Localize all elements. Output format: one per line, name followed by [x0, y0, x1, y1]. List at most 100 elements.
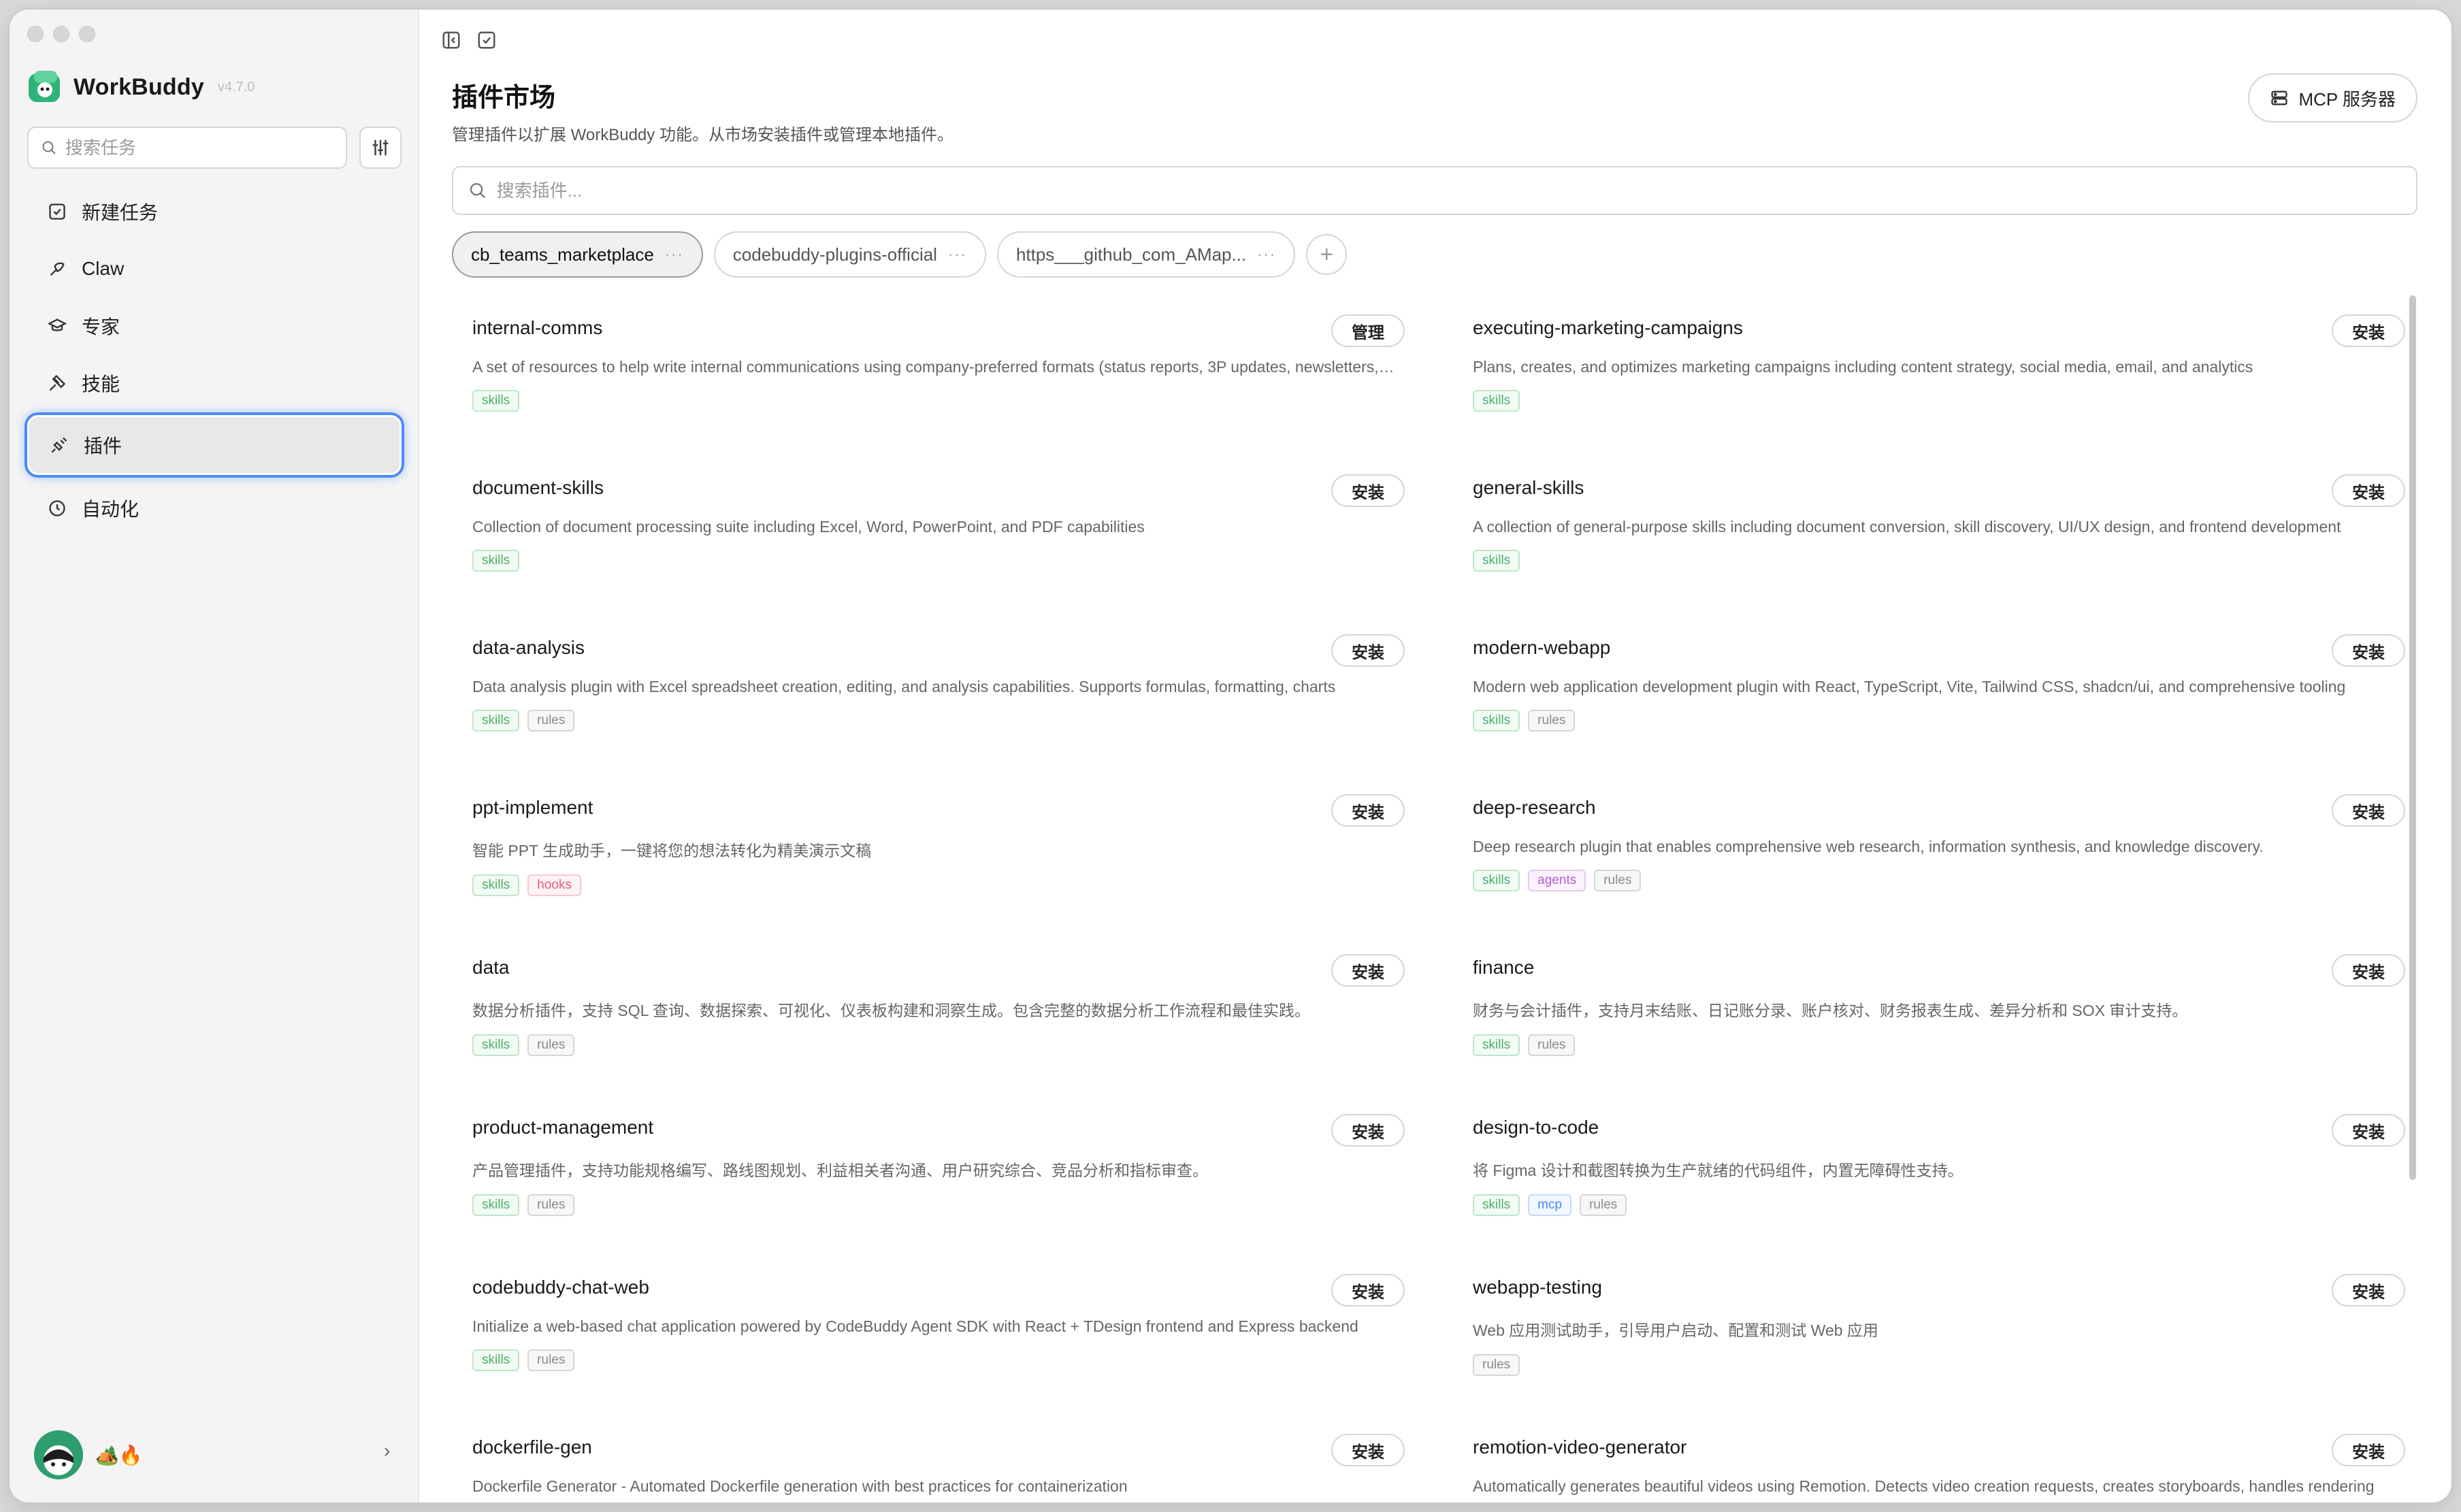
tag-rules: rules: [1473, 1354, 1520, 1376]
install-button[interactable]: 安装: [1331, 634, 1405, 667]
sidebar-item-claw[interactable]: Claw: [27, 244, 402, 294]
plugin-name: codebuddy-chat-web: [472, 1277, 649, 1298]
install-button[interactable]: 安装: [1331, 1114, 1405, 1147]
install-button[interactable]: 安装: [1331, 1434, 1405, 1466]
plugin-description: Web 应用测试助手，引导用户启动、配置和测试 Web 应用: [1473, 1321, 1878, 1339]
sidebar-item-new-task[interactable]: 新建任务: [27, 186, 402, 237]
plugin-card-codebuddy-chat-web[interactable]: codebuddy-chat-web 安装 Initialize a web-bas…: [452, 1255, 1405, 1415]
plugin-card-data[interactable]: data 安装 数据分析插件，支持 SQL 查询、数据探索、可视化、仪表板构建和洞察…: [452, 935, 1405, 1095]
plugin-card-product-management[interactable]: product-management 安装 产品管理插件，支持功能规格编写、路线图规…: [452, 1095, 1405, 1255]
install-button[interactable]: 安装: [1331, 1274, 1405, 1306]
plugin-card-webapp-testing[interactable]: webapp-testing 安装 Web 应用测试助手，引导用户启动、配置和测试 …: [1452, 1255, 2405, 1415]
search-icon: [42, 141, 56, 154]
plugin-card-executing-marketing-campaigns[interactable]: executing-marketing-campaigns 安装 Plans, cr…: [1452, 295, 2405, 455]
plugin-card-design-to-code[interactable]: design-to-code 安装将 Figma 设计和截图转换为生产就绪的代码组…: [1452, 1095, 2405, 1255]
user-profile[interactable]: 🏕️🔥: [34, 1430, 143, 1479]
scrollbar[interactable]: [2409, 295, 2416, 1180]
plugin-name: executing-marketing-campaigns: [1473, 317, 1743, 338]
tag-mcp: mcp: [1528, 1194, 1572, 1216]
plus-icon: +: [1320, 241, 1334, 267]
plugin-search-input[interactable]: [496, 180, 2401, 201]
sliders-icon: [372, 139, 389, 156]
plugin-name: ppt-implement: [472, 797, 593, 818]
plugin-card-finance[interactable]: finance 安装 财务与会计插件，支持月末结账、日记账分录、账户核对、财务报表生…: [1452, 935, 2405, 1095]
install-button[interactable]: 安装: [2332, 954, 2405, 987]
workbuddy-logo-icon: [29, 71, 60, 102]
plugin-name: deep-research: [1473, 797, 1596, 818]
toolbar: [441, 30, 497, 50]
toggle-sidebar-icon[interactable]: [441, 30, 461, 50]
install-button[interactable]: 安装: [2332, 1434, 2405, 1466]
manage-button[interactable]: 管理: [1331, 314, 1405, 347]
install-button[interactable]: 安装: [1331, 794, 1405, 827]
plugin-tags: skills agents rules: [1473, 870, 2405, 891]
sidebar-item-label: 新建任务: [82, 202, 159, 223]
close-window-button[interactable]: [27, 26, 44, 42]
plugin-name: dockerfile-gen: [472, 1436, 592, 1458]
clock-icon: [49, 500, 65, 516]
tag-rules: rules: [1580, 1194, 1627, 1216]
sidebar-item-label: Claw: [82, 258, 125, 279]
sidebar: WorkBuddy v4.7.0 新建任务 Claw: [10, 10, 419, 1502]
plugin-tags: rules: [1473, 1354, 2405, 1376]
task-search-box: [27, 127, 347, 169]
install-button[interactable]: 安装: [1331, 954, 1405, 987]
plugin-tags: skills rules: [1473, 710, 2405, 732]
install-button[interactable]: 安装: [2332, 474, 2405, 507]
sidebar-item-automation[interactable]: 自动化: [27, 483, 402, 533]
sidebar-item-plugins[interactable]: 插件: [27, 415, 402, 475]
plugin-card-document-skills[interactable]: document-skills 安装 Collection of document …: [452, 455, 1405, 615]
plugin-description: Modern web application development plugi…: [1473, 678, 2346, 695]
mcp-server-button[interactable]: MCP 服务器: [2248, 73, 2417, 122]
plugin-card-ppt-implement[interactable]: ppt-implement 安装 智能 PPT 生成助手，一键将您的想法转化为精美演…: [452, 775, 1405, 935]
more-icon[interactable]: ···: [948, 246, 967, 263]
sidebar-item-skills[interactable]: 技能: [27, 358, 402, 408]
tag-skills: skills: [1473, 870, 1520, 891]
skills-icon: [49, 374, 66, 391]
plugin-description: Plans, creates, and optimizes marketing …: [1473, 358, 2253, 376]
plugin-card-remotion-video-generator[interactable]: remotion-video-generator 安装 Automatically …: [1452, 1415, 2405, 1502]
new-task-icon: [49, 203, 65, 220]
zoom-window-button[interactable]: [79, 26, 95, 42]
tag-skills: skills: [1473, 1034, 1520, 1056]
search-icon: [470, 183, 485, 199]
chevron-right-icon[interactable]: ›: [384, 1440, 390, 1462]
plugin-name: remotion-video-generator: [1473, 1436, 1687, 1458]
avatar[interactable]: [34, 1430, 83, 1479]
plugin-card-modern-webapp[interactable]: modern-webapp 安装 Modern web application de…: [1452, 615, 2405, 775]
marketplace-tab-github-amap[interactable]: https___github_com_AMap... ···: [996, 231, 1296, 278]
server-icon: [2271, 91, 2288, 105]
add-marketplace-button[interactable]: +: [1306, 234, 1348, 275]
plugin-description: Automatically generates beautiful videos…: [1473, 1477, 2375, 1495]
mcp-server-label: MCP 服务器: [2298, 88, 2396, 110]
install-button[interactable]: 安装: [2332, 1114, 2405, 1147]
install-button[interactable]: 安装: [2332, 1274, 2405, 1306]
tag-skills: skills: [472, 550, 520, 572]
expert-icon: [48, 318, 67, 331]
plugin-name: webapp-testing: [1473, 1277, 1602, 1298]
marketplace-tab-codebuddy-official[interactable]: codebuddy-plugins-official ···: [713, 231, 986, 278]
new-task-icon[interactable]: [476, 30, 497, 50]
sidebar-item-expert[interactable]: 专家: [27, 301, 402, 351]
plugin-description: Dockerfile Generator - Automated Dockerf…: [472, 1477, 1128, 1495]
task-search-input[interactable]: [65, 137, 333, 159]
install-button[interactable]: 安装: [1331, 474, 1405, 507]
sidebar-item-label: 技能: [82, 374, 120, 395]
install-button[interactable]: 安装: [2332, 314, 2405, 347]
more-icon[interactable]: ···: [1257, 246, 1276, 263]
more-icon[interactable]: ···: [665, 246, 684, 263]
sidebar-item-label: 插件: [84, 435, 123, 457]
marketplace-tab-cb-teams[interactable]: cb_teams_marketplace ···: [452, 231, 703, 278]
tag-skills: skills: [1473, 710, 1520, 732]
plugin-card-data-analysis[interactable]: data-analysis 安装 Data analysis plugin with…: [452, 615, 1405, 775]
install-button[interactable]: 安装: [2332, 794, 2405, 827]
plugin-description: A collection of general-purpose skills i…: [1473, 518, 2341, 536]
plugin-tags: skills: [1473, 390, 2405, 412]
plugin-card-dockerfile-gen[interactable]: dockerfile-gen 安装 Dockerfile Generator - A…: [452, 1415, 1405, 1502]
plugin-card-internal-comms[interactable]: internal-comms 管理 A set of resources to he…: [452, 295, 1405, 455]
filter-button[interactable]: [359, 127, 402, 169]
install-button[interactable]: 安装: [2332, 634, 2405, 667]
minimize-window-button[interactable]: [53, 26, 69, 42]
plugin-card-deep-research[interactable]: deep-research 安装 Deep research plugin that…: [1452, 775, 2405, 935]
plugin-card-general-skills[interactable]: general-skills 安装 A collection of general-…: [1452, 455, 2405, 615]
